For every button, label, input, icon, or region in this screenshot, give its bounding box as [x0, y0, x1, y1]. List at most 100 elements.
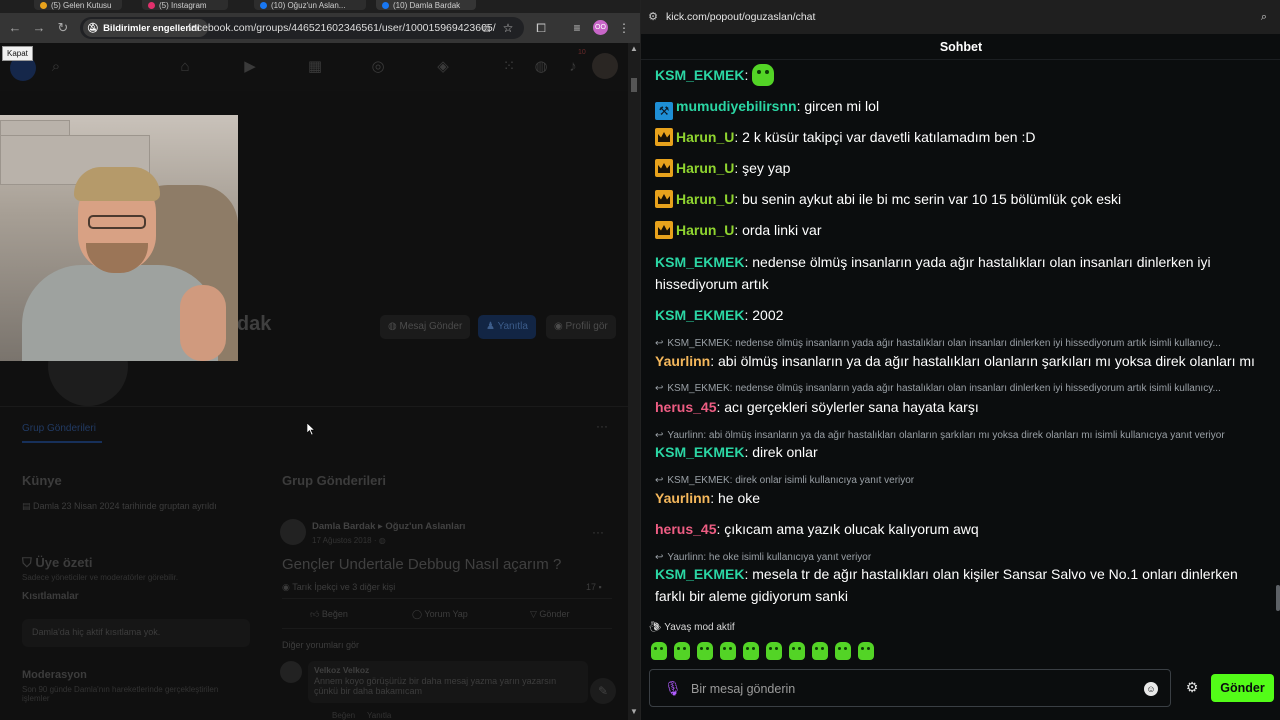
reply-button[interactable]: ♟ Yanıtla — [478, 315, 536, 339]
emoji-picker-icon[interactable]: ☺ — [1144, 682, 1158, 696]
restrictions-text: Damla'da hiç aktif kısıtlama yok. — [32, 627, 161, 637]
chat-message: KSM_EKMEK: nedense ölmüş insanların yada… — [655, 251, 1267, 295]
crown-badge-icon[interactable] — [655, 128, 673, 146]
install-app-icon[interactable]: ⧉ — [478, 20, 494, 36]
view-profile-button[interactable]: ◉ Profili gör — [546, 315, 616, 339]
chat-username[interactable]: Harun_U — [676, 129, 734, 145]
crown-badge-icon[interactable] — [655, 190, 673, 208]
video-icon[interactable]: ▶ — [240, 57, 260, 77]
home-icon[interactable]: ⌂ — [175, 57, 195, 77]
microphone-icon[interactable]: 🎙︎ — [664, 679, 682, 697]
post-title[interactable]: Gençler Undertale Debbug Nasıl açarım ? — [282, 556, 561, 573]
reply-context: ↩ KSM_EKMEK: nedense ölmüş insanların yad… — [655, 337, 1267, 350]
account-avatar[interactable] — [592, 53, 618, 79]
chat-username[interactable]: Harun_U — [676, 160, 734, 176]
chat-username[interactable]: herus_45 — [655, 399, 716, 415]
emote-icon[interactable] — [743, 642, 759, 660]
apps-grid-icon[interactable]: ⁙ — [499, 57, 519, 77]
chat-username[interactable]: KSM_EKMEK — [655, 254, 744, 270]
tab-facebook-group[interactable]: (10) Oğuz'un Aslan... — [254, 0, 366, 10]
emote-icon[interactable] — [674, 642, 690, 660]
chat-username[interactable]: Harun_U — [676, 222, 734, 238]
crown-badge-icon[interactable] — [655, 159, 673, 177]
emote-icon[interactable] — [651, 642, 667, 660]
chat-username[interactable]: KSM_EKMEK — [655, 566, 744, 582]
member-summary-title: ⛉ Üye özeti — [22, 555, 93, 570]
chat-settings-gear-icon[interactable]: ⚙︎ — [1184, 678, 1200, 696]
tab-instagram[interactable]: (5) Instagram — [142, 0, 228, 10]
scroll-down-arrow-icon[interactable]: ▼ — [630, 708, 638, 716]
back-icon[interactable]: ← — [6, 19, 24, 37]
chat-username[interactable]: mumudiyebilirsnn — [676, 98, 797, 114]
crown-badge-icon[interactable] — [655, 221, 673, 239]
emote-icon[interactable] — [697, 642, 713, 660]
address-bar[interactable]: 🔕︎ Bildirimler engellendi facebook.com/g… — [80, 17, 524, 39]
like-button[interactable]: 👍︎ Beğen — [310, 609, 348, 620]
chat-username[interactable]: Yaurlinn — [655, 353, 710, 369]
notifications-bell-icon[interactable]: ♪ — [563, 57, 583, 77]
chat-message: herus_45: acı gerçekleri söylerler sana … — [655, 396, 1267, 418]
tab-facebook-profile[interactable]: (10) Damla Bardak — [376, 0, 476, 10]
scroll-up-arrow-icon[interactable]: ▲ — [630, 45, 638, 53]
emote-icon[interactable] — [720, 642, 736, 660]
media-control-icon[interactable]: ≡ — [570, 21, 584, 35]
more-options-icon[interactable]: ··· — [596, 419, 608, 433]
reload-icon[interactable]: ↻ — [54, 19, 72, 37]
marketplace-icon[interactable]: ▦ — [305, 57, 325, 77]
browser-profile-avatar[interactable]: OO — [593, 20, 608, 35]
chat-username[interactable]: KSM_EKMEK — [655, 67, 744, 83]
emote-icon[interactable] — [812, 642, 828, 660]
moderator-badge-icon[interactable]: ⚒ — [655, 102, 673, 120]
emote-icon[interactable] — [766, 642, 782, 660]
tab-gmail[interactable]: (5) Gelen Kutusu — [34, 0, 122, 10]
facebook-icon — [382, 1, 389, 9]
gaming-icon[interactable]: ◈ — [433, 57, 453, 77]
chat-username[interactable]: KSM_EKMEK — [655, 307, 744, 323]
chat-username[interactable]: Harun_U — [676, 191, 734, 207]
popout-url: kick.com/popout/oguzaslan/chat — [666, 11, 816, 23]
chat-username[interactable]: KSM_EKMEK — [655, 444, 744, 460]
post-author-avatar[interactable] — [280, 519, 306, 545]
zoom-search-icon[interactable]: ⌕ — [1257, 10, 1271, 24]
comment-like-link[interactable]: Beğen — [332, 711, 355, 720]
comment-button[interactable]: ◯ Yorum Yap — [412, 609, 468, 620]
share-button[interactable]: ▽ Gönder — [530, 609, 569, 620]
emote-icon[interactable] — [789, 642, 805, 660]
chat-scrollbar-thumb[interactable] — [1276, 585, 1280, 611]
chat-message-input[interactable]: 🎙︎ Bir mesaj gönderin ☺ — [649, 669, 1171, 707]
extensions-icon[interactable]: ⧠ — [534, 21, 548, 35]
tab-group-posts[interactable]: Grup Gönderileri — [22, 423, 96, 434]
send-message-button[interactable]: ◍ Mesaj Gönder — [380, 315, 471, 339]
comment-count[interactable]: 17 ▪ — [586, 582, 602, 592]
compose-edit-icon[interactable]: ✎ — [590, 678, 616, 704]
kick-chat-window: ⚙︎ kick.com/popout/oguzaslan/chat ⌕ Sohb… — [640, 0, 1280, 720]
emote-icon[interactable] — [752, 64, 775, 86]
forward-icon[interactable]: → — [30, 19, 48, 37]
scrollbar-thumb[interactable] — [631, 78, 637, 92]
chat-message-text: şey yap — [742, 160, 791, 176]
bookmark-star-icon[interactable]: ☆ — [500, 20, 516, 36]
messenger-icon[interactable]: ◍ — [531, 57, 551, 77]
comment-reply-link[interactable]: Yanıtla — [367, 711, 391, 720]
emote-icon[interactable] — [858, 642, 874, 660]
search-icon[interactable]: ⌕ — [46, 57, 66, 77]
chat-input-placeholder: Bir mesaj gönderin — [691, 682, 796, 696]
chat-header: Sohbet — [641, 34, 1280, 60]
post-author[interactable]: Damla Bardak ▸ Oğuz'un Aslanları — [312, 521, 465, 532]
menu-kebab-icon[interactable]: ⋮ — [617, 21, 631, 35]
comment-author[interactable]: Velkoz Velkoz — [308, 661, 588, 675]
post-options-icon[interactable]: ··· — [592, 525, 604, 539]
post-reactions[interactable]: ◉ Tarık İpekçi ve 3 diğer kişi — [282, 582, 395, 593]
chat-username[interactable]: herus_45 — [655, 521, 716, 537]
send-button[interactable]: Gönder — [1211, 674, 1274, 702]
reply-context-text: Yaurlinn: he oke isimli kullanıcıya yanı… — [667, 552, 872, 563]
page-scrollbar[interactable] — [628, 43, 640, 720]
emote-icon[interactable] — [835, 642, 851, 660]
comment-text: Annem koyo görüşürüz bir daha mesaj yazm… — [314, 676, 557, 696]
see-more-comments-link[interactable]: Diğer yorumları gör — [282, 640, 359, 650]
chat-username[interactable]: Yaurlinn — [655, 490, 710, 506]
groups-icon[interactable]: ◎ — [368, 57, 388, 77]
site-settings-icon[interactable]: ⚙︎ — [646, 10, 660, 24]
chat-message: Harun_U: bu senin aykut abi ile bi mc se… — [655, 188, 1267, 210]
commenter-avatar[interactable] — [280, 661, 302, 683]
